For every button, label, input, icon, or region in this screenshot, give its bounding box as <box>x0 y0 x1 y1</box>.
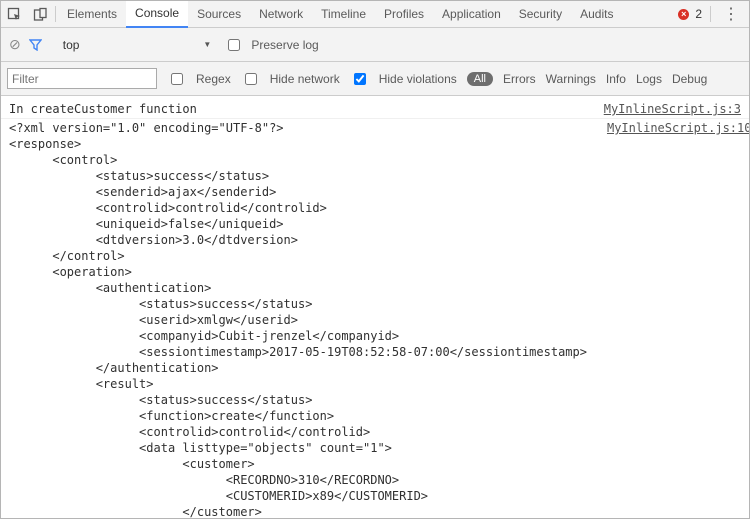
inspect-element-icon[interactable] <box>1 1 27 27</box>
hide-violations-label: Hide violations <box>379 72 457 86</box>
console-row: <?xml version="1.0" encoding="UTF-8"?> <… <box>1 119 749 518</box>
tab-timeline[interactable]: Timeline <box>312 1 375 27</box>
separator <box>710 6 711 22</box>
filter-icon[interactable] <box>29 38 42 51</box>
tab-elements[interactable]: Elements <box>58 1 126 27</box>
regex-checkbox[interactable] <box>171 73 183 85</box>
level-logs[interactable]: Logs <box>636 72 662 86</box>
level-debug[interactable]: Debug <box>672 72 707 86</box>
tab-application[interactable]: Application <box>433 1 510 27</box>
error-badge-icon[interactable]: × <box>678 9 689 20</box>
context-label: top <box>63 38 80 52</box>
clear-console-icon[interactable]: ⊘ <box>9 36 21 53</box>
device-toolbar-icon[interactable] <box>27 1 53 27</box>
hide-network-label: Hide network <box>270 72 340 86</box>
regex-label: Regex <box>196 72 231 86</box>
context-selector[interactable]: top ▼ <box>58 36 217 54</box>
tab-network[interactable]: Network <box>250 1 312 27</box>
tab-profiles[interactable]: Profiles <box>375 1 433 27</box>
tab-audits[interactable]: Audits <box>571 1 622 27</box>
console-output: In createCustomer functionMyInlineScript… <box>1 96 749 518</box>
filter-toolbar: Regex Hide network Hide violations All E… <box>1 62 749 96</box>
console-row: In createCustomer functionMyInlineScript… <box>1 100 749 119</box>
level-warnings[interactable]: Warnings <box>546 72 596 86</box>
console-message: <?xml version="1.0" encoding="UTF-8"?> <… <box>9 120 587 518</box>
level-errors[interactable]: Errors <box>503 72 536 86</box>
preserve-log-label: Preserve log <box>251 38 318 52</box>
devtools-window: ElementsConsoleSourcesNetworkTimelinePro… <box>0 0 750 519</box>
console-message: In createCustomer function <box>9 101 584 117</box>
tab-sources[interactable]: Sources <box>188 1 250 27</box>
filter-input[interactable] <box>7 68 157 89</box>
console-toolbar: ⊘ top ▼ Preserve log <box>1 28 749 62</box>
preserve-log-checkbox[interactable] <box>228 39 240 51</box>
more-menu-icon[interactable]: ⋮ <box>719 4 743 24</box>
hide-network-checkbox[interactable] <box>245 73 257 85</box>
tab-console[interactable]: Console <box>126 0 188 28</box>
level-info[interactable]: Info <box>606 72 626 86</box>
chevron-down-icon: ▼ <box>203 40 211 49</box>
error-count[interactable]: 2 <box>695 7 702 21</box>
tab-strip: ElementsConsoleSourcesNetworkTimelinePro… <box>1 1 749 28</box>
separator <box>55 6 56 22</box>
tab-security[interactable]: Security <box>510 1 571 27</box>
hide-violations-checkbox[interactable] <box>354 73 366 85</box>
source-link[interactable]: MyInlineScript.js:10 <box>587 120 749 518</box>
source-link[interactable]: MyInlineScript.js:3 <box>584 101 741 117</box>
level-all[interactable]: All <box>467 72 493 86</box>
